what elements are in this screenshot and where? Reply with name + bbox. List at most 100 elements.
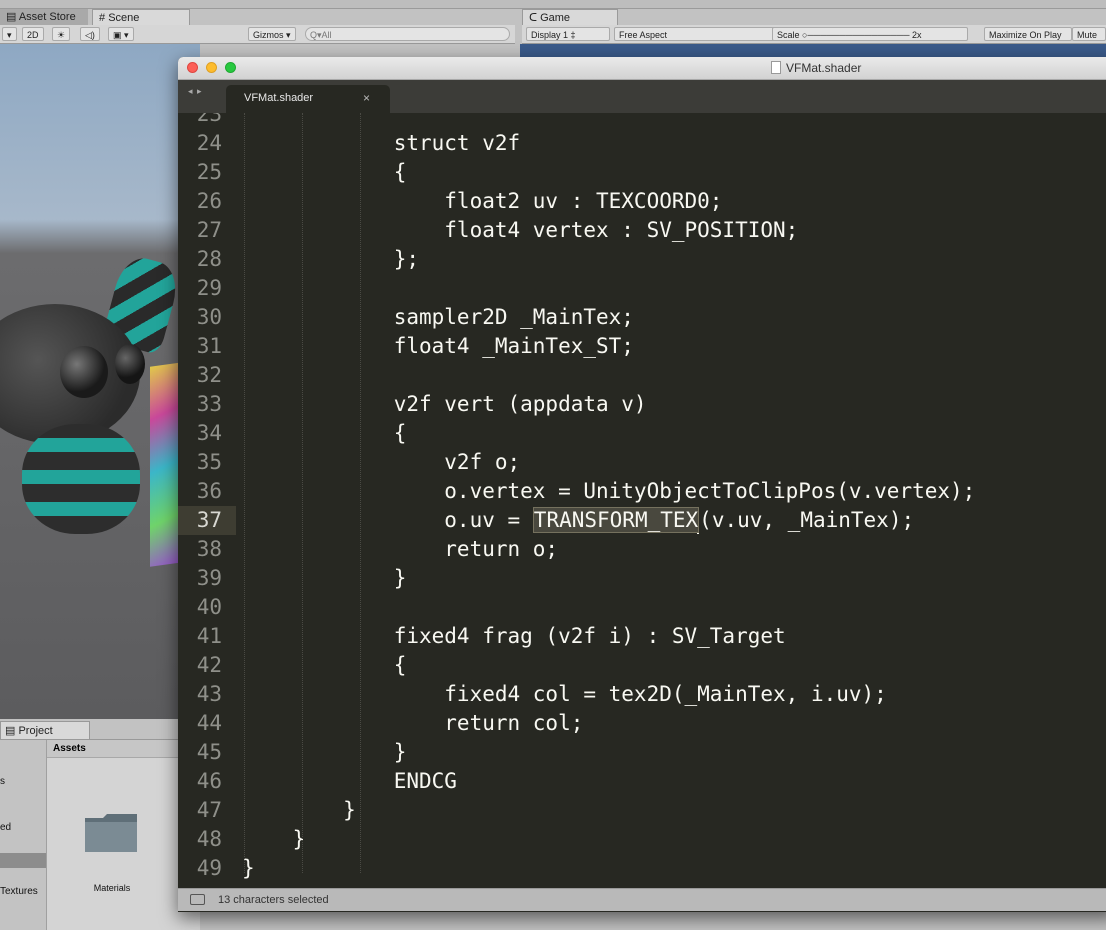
code-text: }: [242, 566, 407, 590]
gizmos-dropdown[interactable]: Gizmos ▾: [248, 27, 296, 41]
code-line[interactable]: 45 }: [178, 738, 1106, 767]
unity-top-toolbar: [0, 0, 1106, 9]
code-line[interactable]: 35 v2f o;: [178, 448, 1106, 477]
line-number: 36: [196, 479, 222, 503]
text-selection: TRANSFORM_TEX: [532, 507, 700, 533]
line-number: 27: [196, 218, 222, 242]
close-window-button[interactable]: [187, 62, 198, 73]
bunny-eye-model: [60, 346, 108, 398]
minimize-window-button[interactable]: [206, 62, 217, 73]
code-line[interactable]: 24 struct v2f: [178, 129, 1106, 158]
scale-slider[interactable]: Scale ○──────────────── 2x: [772, 27, 968, 41]
code-text: ENDCG: [242, 769, 457, 793]
code-line[interactable]: 30 sampler2D _MainTex;: [178, 303, 1106, 332]
line-number: 49: [196, 856, 222, 880]
audio-toggle-icon[interactable]: ◁): [80, 27, 100, 41]
line-number: 23: [196, 113, 222, 126]
tree-item[interactable]: Textures: [0, 886, 38, 897]
code-editor-window: VFMat.shader ◂ ▸ VFMat.shader × 23 24 str…: [178, 57, 1106, 912]
code-line[interactable]: 32: [178, 361, 1106, 390]
code-line[interactable]: 40: [178, 593, 1106, 622]
line-number: 33: [196, 392, 222, 416]
tab-scene[interactable]: # Scene: [92, 9, 190, 25]
code-line[interactable]: 47 }: [178, 796, 1106, 825]
line-number: 28: [196, 247, 222, 271]
code-text: v2f o;: [242, 450, 521, 474]
line-number: 41: [196, 624, 222, 648]
tab-game[interactable]: ᑕ Game: [522, 9, 618, 25]
scale-value: 2x: [911, 30, 922, 40]
code-line[interactable]: 42 {: [178, 651, 1106, 680]
display-label: Display 1: [531, 30, 569, 40]
tab-project-label: Project: [18, 725, 53, 737]
code-line[interactable]: 34 {: [178, 419, 1106, 448]
line-number: 34: [196, 421, 222, 445]
code-line[interactable]: 41 fixed4 frag (v2f i) : SV_Target: [178, 622, 1106, 651]
scene-toolbar: ▾ 2D ☀ ◁) ▣ ▾ Gizmos ▾ Q▾All: [0, 25, 515, 44]
tab-asset-store-label: Asset Store: [18, 11, 76, 23]
code-line[interactable]: 49}: [178, 854, 1106, 883]
line-number: 25: [196, 160, 222, 184]
code-line[interactable]: 38 return o;: [178, 535, 1106, 564]
code-line[interactable]: 36 o.vertex = UnityObjectToClipPos(v.ver…: [178, 477, 1106, 506]
project-panel: s ed Textures Assets Materials: [0, 739, 200, 930]
panel-toggle-icon[interactable]: [190, 894, 205, 905]
code-text: {: [242, 421, 407, 445]
indent-guide: [360, 113, 361, 873]
tab-project[interactable]: ▤ Project: [0, 721, 90, 739]
code-text: fixed4 frag (v2f i) : SV_Target: [242, 624, 786, 648]
tree-item-selected[interactable]: [0, 853, 46, 868]
code-line[interactable]: 29: [178, 274, 1106, 303]
code-text: struct v2f: [242, 131, 521, 155]
tab-game-label: Game: [540, 12, 571, 24]
aspect-dropdown[interactable]: Free Aspect: [614, 27, 778, 41]
code-line[interactable]: 26 float2 uv : TEXCOORD0;: [178, 187, 1106, 216]
code-line[interactable]: 48 }: [178, 825, 1106, 854]
code-line[interactable]: 25 {: [178, 158, 1106, 187]
scene-search-input[interactable]: Q▾All: [305, 27, 510, 41]
code-line[interactable]: 27 float4 vertex : SV_POSITION;: [178, 216, 1106, 245]
shading-mode-dropdown[interactable]: ▾: [2, 27, 17, 41]
line-number: 38: [196, 537, 222, 561]
status-bar: 13 characters selected: [178, 888, 1106, 911]
code-line[interactable]: 43 fixed4 col = tex2D(_MainTex, i.uv);: [178, 680, 1106, 709]
code-text: o.vertex = UnityObjectToClipPos(v.vertex…: [242, 479, 976, 503]
line-number: 26: [196, 189, 222, 213]
code-text: }: [242, 740, 407, 764]
line-number: 39: [196, 566, 222, 590]
close-tab-icon[interactable]: ×: [363, 91, 370, 105]
tree-item[interactable]: s: [0, 776, 5, 787]
mute-audio-toggle[interactable]: Mute A: [1072, 27, 1106, 41]
code-line[interactable]: 28 };: [178, 245, 1106, 274]
display-dropdown[interactable]: Display 1 ‡: [526, 27, 610, 41]
code-line[interactable]: 23: [178, 113, 1106, 129]
tab-asset-store[interactable]: ▤ Asset Store: [0, 9, 88, 25]
maximize-on-play-toggle[interactable]: Maximize On Play: [984, 27, 1072, 41]
code-line[interactable]: 46 ENDCG: [178, 767, 1106, 796]
lighting-toggle-icon[interactable]: ☀: [52, 27, 71, 41]
tab-navigation-arrows-icon[interactable]: ◂ ▸: [188, 86, 203, 97]
code-text: };: [242, 247, 420, 271]
code-line[interactable]: 37 o.uv = TRANSFORM_TEX(v.uv, _MainTex);: [178, 506, 1106, 535]
folder-icon[interactable]: [83, 810, 139, 854]
effects-toggle-icon[interactable]: ▣ ▾: [108, 27, 134, 41]
store-icon: ▤: [6, 11, 19, 23]
code-line[interactable]: 31 float4 _MainTex_ST;: [178, 332, 1106, 361]
2d-toggle[interactable]: 2D: [22, 27, 44, 41]
gizmos-label: Gizmos: [253, 30, 284, 40]
bunny-eye-model: [115, 344, 145, 384]
line-number: 24: [196, 131, 222, 155]
scene-view[interactable]: [0, 44, 200, 719]
code-line[interactable]: 33 v2f vert (appdata v): [178, 390, 1106, 419]
maximize-window-button[interactable]: [225, 62, 236, 73]
folder-icon: ▤: [5, 725, 19, 737]
tree-item[interactable]: ed: [0, 822, 11, 833]
code-area[interactable]: 23 24 struct v2f 25 {26 float2 uv : TEXCOO…: [178, 113, 1106, 888]
line-number: 42: [196, 653, 222, 677]
code-line[interactable]: 39 }: [178, 564, 1106, 593]
project-folder-tree: s ed Textures: [0, 740, 47, 930]
code-line[interactable]: 44 return col;: [178, 709, 1106, 738]
pacman-icon: ᑕ: [529, 12, 541, 24]
line-number: 45: [196, 740, 222, 764]
file-tab[interactable]: VFMat.shader ×: [226, 85, 390, 113]
